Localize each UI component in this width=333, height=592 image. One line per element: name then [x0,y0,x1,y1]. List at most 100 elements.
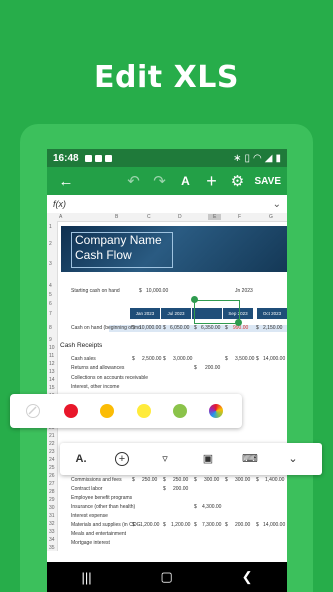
row-header[interactable]: 4 [49,283,52,289]
row-header[interactable]: 11 [49,353,54,359]
recents-icon[interactable]: ||| [81,570,91,585]
text-style-icon[interactable]: A. [73,451,89,467]
column-header[interactable]: B [115,214,118,220]
cell[interactable]: Employee benefit programs [71,495,132,501]
month-header[interactable]: Jan 2023 [130,308,160,319]
cell[interactable]: $ [132,356,135,362]
column-header[interactable]: D [178,214,182,220]
back-icon[interactable]: ❮ [242,569,253,585]
keyboard-icon[interactable]: ⌨ [242,451,258,467]
cell[interactable]: $ [225,477,228,483]
cell[interactable]: $ [256,356,259,362]
save-button[interactable]: SAVE [255,176,282,187]
column-header[interactable]: C [147,214,151,220]
row-header[interactable]: 28 [49,489,55,495]
cell[interactable]: Insurance (other than health) [71,504,135,510]
cell[interactable]: $ [163,522,166,528]
cell[interactable]: 7,300.00 [202,522,221,528]
cell[interactable]: $ [225,325,228,331]
cell[interactable]: Interest, other income [71,384,119,390]
chevron-down-icon[interactable]: ⌄ [273,199,281,210]
month-header[interactable]: Jul 2023 [161,308,191,319]
cell[interactable]: 6,350.00 [201,325,220,331]
cell[interactable]: Cash on hand (beginning of mo [71,325,141,331]
cell[interactable]: 300.00 [204,477,219,483]
cell[interactable]: $ [163,356,166,362]
cell[interactable]: $ [132,477,135,483]
row-header[interactable]: 2 [49,241,52,247]
cell[interactable]: $ [225,356,228,362]
row-header[interactable]: 7 [49,311,52,317]
text-format-icon[interactable]: A [173,174,199,188]
cell[interactable]: 990.00 [233,325,248,331]
cell[interactable]: 2,150.00 [263,325,282,331]
cell[interactable]: 1,200.00 [171,522,190,528]
cell[interactable]: Commissions and fees [71,477,122,483]
arrow-left-icon[interactable]: ← [53,173,79,190]
cell[interactable]: 1,400.00 [265,477,284,483]
row-header[interactable]: 9 [49,337,52,343]
cell[interactable]: 200.00 [205,365,220,371]
color-swatch-orange[interactable] [100,404,114,418]
cell[interactable]: $ [256,325,259,331]
cell[interactable]: 6,050.00 [170,325,189,331]
cell[interactable]: Cash sales [71,356,96,362]
cell[interactable]: Interest expense [71,513,108,519]
cell[interactable]: 14,000.00 [263,356,285,362]
cell[interactable]: $ [194,504,197,510]
no-color-icon[interactable] [26,404,40,418]
row-header[interactable]: 30 [49,505,55,511]
cell[interactable]: $ [194,522,197,528]
month-header[interactable]: Oct 2023 [257,308,287,319]
cell[interactable]: $ [256,477,259,483]
cell[interactable]: 200.00 [235,522,250,528]
cell[interactable]: $ [194,325,197,331]
color-wheel-icon[interactable] [209,404,223,418]
cell[interactable]: 1,200.00 [140,522,159,528]
cell[interactable]: $ [194,477,197,483]
cell[interactable]: $ [163,325,166,331]
row-header[interactable]: 22 [49,441,55,447]
row-header[interactable]: 32 [49,521,55,527]
find-icon[interactable]: ▣ [200,451,216,467]
row-header[interactable]: 13 [49,369,55,375]
cell[interactable]: $ [132,522,135,528]
gear-icon[interactable]: ⚙ [225,172,251,190]
cell[interactable]: 10,000.00 [139,325,161,331]
cell[interactable]: Jn 2023 [235,288,253,294]
cell[interactable]: 3,000.00 [173,356,192,362]
cell[interactable]: 200.00 [173,486,188,492]
filter-icon[interactable]: ▿ [157,451,173,467]
row-header[interactable]: 3 [49,261,52,267]
column-header[interactable]: E [208,214,222,220]
plus-icon[interactable]: + [199,171,225,192]
cell[interactable]: $ [163,477,166,483]
column-header[interactable]: G [269,214,273,220]
row-header[interactable]: 29 [49,497,55,503]
column-header[interactable]: F [238,214,241,220]
color-swatch-green[interactable] [173,404,187,418]
cell[interactable]: Mortgage interest [71,540,110,546]
section-heading[interactable]: Cash Receipts [60,342,102,349]
row-header[interactable]: 8 [49,325,52,331]
cell[interactable]: 300.00 [235,477,250,483]
row-header[interactable]: 26 [49,473,55,479]
column-header[interactable]: A [59,214,62,220]
cell[interactable]: 3,500.00 [235,356,254,362]
cell[interactable]: Collections on accounts receivable [71,375,148,381]
row-header[interactable]: 21 [49,433,55,439]
cell[interactable]: $ [256,522,259,528]
row-header[interactable]: 10 [49,345,55,351]
row-header[interactable]: 15 [49,385,55,391]
cell[interactable]: $ [132,325,135,331]
row-header[interactable]: 31 [49,513,55,519]
row-header[interactable]: 27 [49,481,55,487]
chevron-down-icon[interactable]: ⌄ [285,451,301,467]
redo-icon[interactable]: ↷ [147,172,173,190]
color-swatch-red[interactable] [64,404,78,418]
spreadsheet-grid[interactable]: Company Name Cash Flow Starting cash on … [57,221,287,561]
cell[interactable]: 4,300.00 [202,504,221,510]
color-swatch-yellow[interactable] [137,404,151,418]
row-header[interactable]: 25 [49,465,55,471]
row-header[interactable]: 24 [49,457,55,463]
